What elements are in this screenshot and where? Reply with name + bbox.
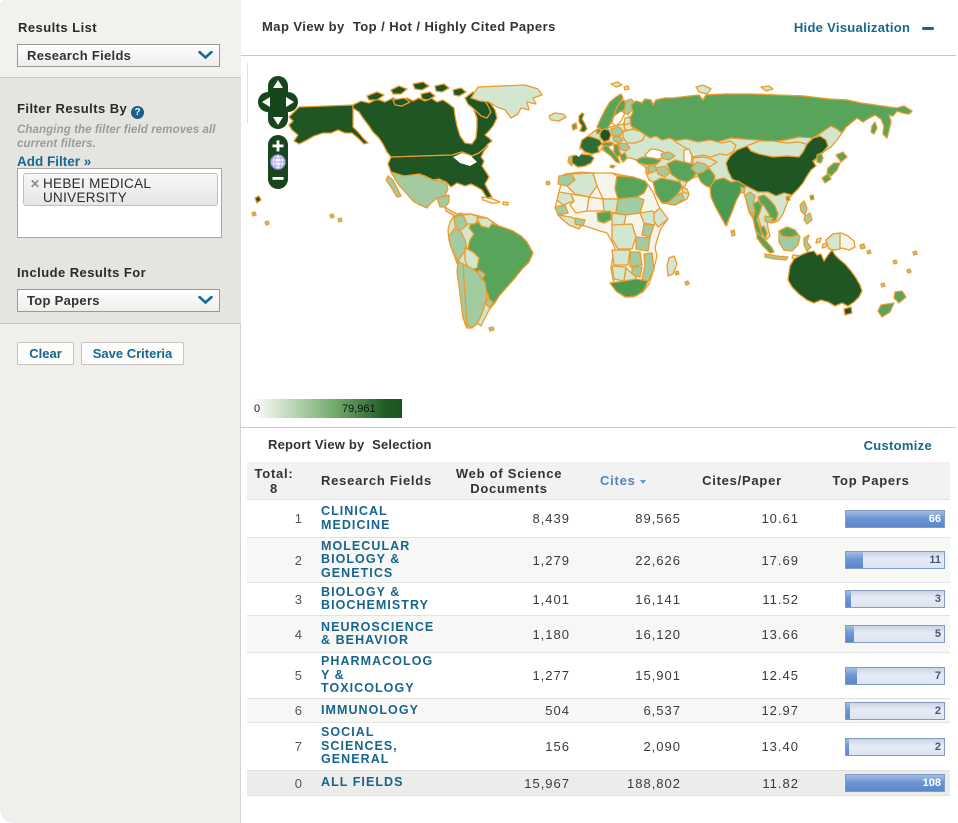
svg-text:0: 0 [254, 403, 260, 415]
svg-text:79,961: 79,961 [342, 403, 376, 415]
